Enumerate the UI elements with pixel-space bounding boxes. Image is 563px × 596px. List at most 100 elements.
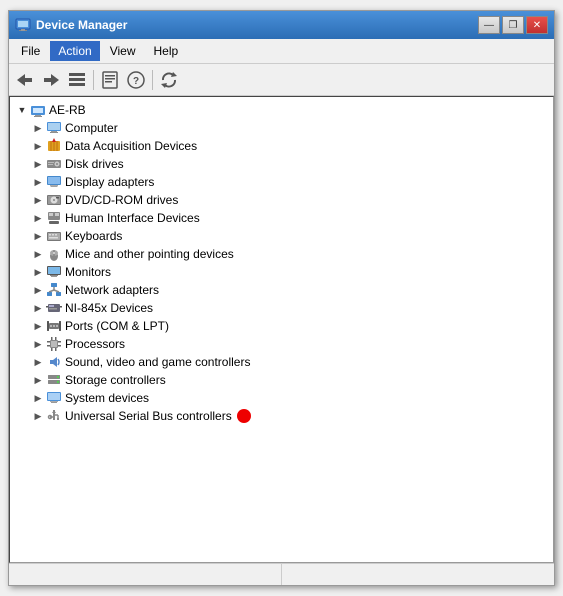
status-left [9, 564, 282, 585]
expand-arrow-storage[interactable]: ▶ [30, 372, 46, 388]
tree-node-ni845x[interactable]: ▶ NI-84 [12, 299, 551, 317]
device-tree[interactable]: ▼ AE-RB [9, 96, 554, 563]
minimize-button[interactable]: — [478, 16, 500, 34]
tree-node-hid[interactable]: ▶ Human Interface Devices [12, 209, 551, 227]
keyboards-label: Keyboards [65, 229, 122, 243]
expand-arrow-display[interactable]: ▶ [30, 174, 46, 190]
properties-button[interactable] [98, 68, 122, 92]
monitors-label: Monitors [65, 265, 111, 279]
expand-arrow-processors[interactable]: ▶ [30, 336, 46, 352]
list-item: ▶ Monitors [12, 263, 551, 281]
computer-label: Computer [65, 121, 118, 135]
mice-label: Mice and other pointing devices [65, 247, 234, 261]
tree-node-usb[interactable]: ▶ [12, 407, 551, 425]
tree-node-network[interactable]: ▶ [12, 281, 551, 299]
expand-arrow-network[interactable]: ▶ [30, 282, 46, 298]
mice-icon [46, 246, 62, 262]
toolbar: ? [9, 64, 554, 96]
system-icon [46, 390, 62, 406]
menu-file[interactable]: File [13, 41, 48, 61]
expand-arrow-system[interactable]: ▶ [30, 390, 46, 406]
expand-arrow-mice[interactable]: ▶ [30, 246, 46, 262]
network-icon [46, 282, 62, 298]
expand-arrow-hid[interactable]: ▶ [30, 210, 46, 226]
tree-node-computer[interactable]: ▶ Computer [12, 119, 551, 137]
refresh-icon [159, 70, 179, 90]
tree-node-mice[interactable]: ▶ Mice and other pointing de [12, 245, 551, 263]
expand-arrow-usb[interactable]: ▶ [30, 408, 46, 424]
expand-arrow-sound[interactable]: ▶ [30, 354, 46, 370]
device-manager-window: Device Manager — ❐ ✕ File Action View He… [8, 10, 555, 586]
menu-help[interactable]: Help [146, 41, 187, 61]
close-button[interactable]: ✕ [526, 16, 548, 34]
refresh-button[interactable] [157, 68, 181, 92]
tree-node-processors[interactable]: ▶ [12, 335, 551, 353]
status-right [282, 564, 554, 585]
tree-node-keyboards[interactable]: ▶ [12, 227, 551, 245]
title-bar-left: Device Manager [15, 17, 127, 33]
expand-arrow-disk[interactable]: ▶ [30, 156, 46, 172]
processor-icon [46, 336, 62, 352]
list-item: ▶ [12, 407, 551, 425]
tree-node-ports[interactable]: ▶ [12, 317, 551, 335]
list-item: ▶ DVD/C [12, 191, 551, 209]
view-icon [67, 70, 87, 90]
view-button[interactable] [65, 68, 89, 92]
hid-label: Human Interface Devices [65, 211, 200, 225]
keyboard-icon [46, 228, 62, 244]
expand-arrow-ports[interactable]: ▶ [30, 318, 46, 334]
restore-button[interactable]: ❐ [502, 16, 524, 34]
tree-node-dvd[interactable]: ▶ DVD/C [12, 191, 551, 209]
tree-node-sound[interactable]: ▶ Sound, video and game controllers [12, 353, 551, 371]
tree-node-disk[interactable]: ▶ Disk [12, 155, 551, 173]
dvd-icon [46, 192, 62, 208]
storage-icon [46, 372, 62, 388]
list-item: ▶ Disk [12, 155, 551, 173]
expand-arrow-computer[interactable]: ▶ [30, 120, 46, 136]
usb-icon [46, 408, 62, 424]
expand-arrow-monitors[interactable]: ▶ [30, 264, 46, 280]
list-item: ▶ [12, 227, 551, 245]
list-item: ▶ Data [12, 137, 551, 155]
display-icon [46, 174, 62, 190]
tree-children-list: ▶ Computer [12, 119, 551, 425]
menu-action[interactable]: Action [50, 41, 99, 61]
root-icon [30, 102, 46, 118]
properties-icon [100, 70, 120, 90]
expand-arrow-daq[interactable]: ▶ [30, 138, 46, 154]
disk-label: Disk drives [65, 157, 124, 171]
list-item: ▶ Sound, video and game controllers [12, 353, 551, 371]
expand-arrow-dvd[interactable]: ▶ [30, 192, 46, 208]
main-content: ▼ AE-RB [9, 96, 554, 563]
root-label: AE-RB [49, 103, 86, 117]
help-button[interactable]: ? [124, 68, 148, 92]
tree-node-system[interactable]: ▶ System devices [12, 389, 551, 407]
display-label: Display adapters [65, 175, 154, 189]
usb-error-indicator [237, 409, 251, 423]
tree-node-display[interactable]: ▶ Display adapters [12, 173, 551, 191]
list-item: ▶ Computer [12, 119, 551, 137]
expand-arrow-ni845x[interactable]: ▶ [30, 300, 46, 316]
root-expand-arrow[interactable]: ▼ [14, 102, 30, 118]
monitors-icon [46, 264, 62, 280]
help-icon: ? [126, 70, 146, 90]
tree-node-storage[interactable]: ▶ Storage controllers [12, 371, 551, 389]
title-buttons: — ❐ ✕ [478, 16, 548, 34]
list-item: ▶ [12, 317, 551, 335]
menu-view[interactable]: View [102, 41, 144, 61]
toolbar-separator-1 [93, 70, 94, 90]
tree-node-monitors[interactable]: ▶ Monitors [12, 263, 551, 281]
tree-node-daq[interactable]: ▶ Data [12, 137, 551, 155]
root-node[interactable]: ▼ AE-RB [12, 101, 551, 119]
back-button[interactable] [13, 68, 37, 92]
list-item: ▶ Display adapters [12, 173, 551, 191]
list-item: ▶ System devices [12, 389, 551, 407]
menu-bar: File Action View Help [9, 39, 554, 64]
expand-arrow-keyboards[interactable]: ▶ [30, 228, 46, 244]
forward-button[interactable] [39, 68, 63, 92]
tree-root-item: ▼ AE-RB [12, 101, 551, 425]
ni845x-label: NI-845x Devices [65, 301, 153, 315]
status-bar [9, 563, 554, 585]
network-label: Network adapters [65, 283, 159, 297]
ports-label: Ports (COM & LPT) [65, 319, 169, 333]
